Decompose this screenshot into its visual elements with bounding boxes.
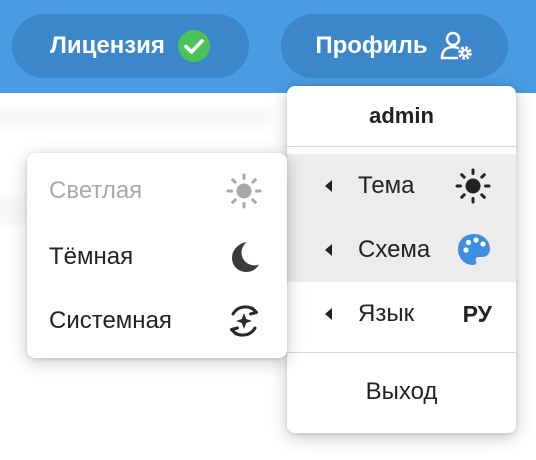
menu-item-language[interactable]: Язык РУ: [287, 282, 516, 346]
sun-icon: [454, 167, 492, 205]
menu-item-scheme-label: Схема: [358, 236, 431, 263]
theme-option-light[interactable]: Светлая: [27, 159, 287, 223]
license-button[interactable]: Лицензия: [12, 14, 249, 78]
caret-left-icon: [325, 308, 332, 320]
profile-username: admin: [369, 103, 434, 128]
background-panel: [0, 196, 26, 226]
theme-option-system[interactable]: Системная: [27, 289, 287, 353]
language-code: РУ: [462, 300, 492, 327]
menu-item-theme-label: Тема: [358, 172, 415, 199]
profile-button[interactable]: Профиль: [281, 14, 508, 78]
palette-icon: [456, 232, 492, 268]
theme-menu: Светлая Тёмная Системная: [27, 153, 287, 358]
logout-button[interactable]: Выход: [287, 352, 516, 432]
theme-option-system-label: Системная: [49, 307, 172, 334]
moon-icon: [227, 239, 263, 275]
background-panel: [0, 108, 272, 128]
menu-item-scheme[interactable]: Схема: [287, 218, 516, 282]
sun-icon: [225, 172, 263, 210]
profile-label: Профиль: [315, 32, 428, 59]
divider: [287, 146, 516, 147]
theme-option-dark-label: Тёмная: [49, 243, 134, 270]
profile-menu: admin Тема Схема Язык РУ Выход: [287, 86, 516, 433]
menu-item-language-label: Язык: [358, 300, 415, 327]
top-bar: Лицензия Профиль: [0, 0, 536, 93]
caret-left-icon: [325, 244, 332, 256]
theme-option-light-label: Светлая: [49, 177, 143, 204]
license-label: Лицензия: [50, 32, 165, 59]
check-circle-icon: [177, 29, 211, 63]
menu-item-theme[interactable]: Тема: [287, 154, 516, 218]
theme-option-dark[interactable]: Тёмная: [27, 225, 287, 289]
user-settings-icon: [440, 29, 474, 63]
caret-left-icon: [325, 180, 332, 192]
auto-theme-icon: [225, 302, 263, 340]
